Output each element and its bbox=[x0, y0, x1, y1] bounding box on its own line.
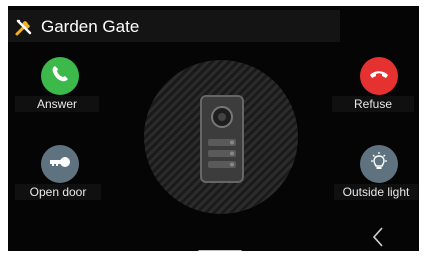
chevron-left-icon[interactable] bbox=[370, 226, 386, 248]
hangup-icon bbox=[368, 67, 390, 86]
outside-light-label: Outside light bbox=[334, 184, 418, 200]
page-title: Garden Gate bbox=[41, 17, 140, 36]
answer-button[interactable] bbox=[41, 57, 79, 95]
phone-icon bbox=[50, 64, 70, 89]
tools-icon bbox=[14, 17, 34, 37]
open-door-label: Open door bbox=[15, 184, 101, 200]
open-door-button[interactable] bbox=[41, 145, 79, 183]
home-indicator[interactable] bbox=[198, 250, 242, 251]
title-bar: Garden Gate bbox=[8, 10, 340, 42]
refuse-button[interactable] bbox=[360, 57, 398, 95]
refuse-label: Refuse bbox=[332, 96, 414, 112]
answer-label: Answer bbox=[15, 96, 99, 112]
light-bulb-icon bbox=[368, 151, 390, 178]
outside-light-button[interactable] bbox=[360, 145, 398, 183]
key-icon bbox=[48, 155, 72, 174]
intercom-screen: Garden Gate Answer Refuse Open door Outs… bbox=[8, 6, 419, 251]
door-station-icon bbox=[199, 94, 245, 184]
